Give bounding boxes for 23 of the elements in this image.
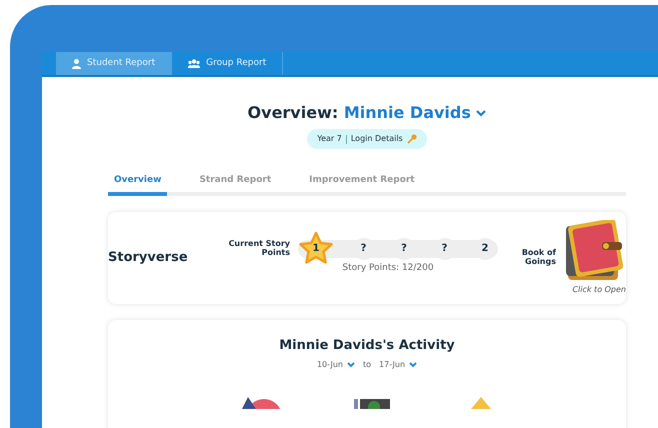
- overview-title: Overview: Minnie Davids: [108, 101, 626, 125]
- book-label: Book of Goings: [520, 248, 556, 266]
- section-tab[interactable]: Improvement Report: [303, 173, 421, 196]
- login-details-link[interactable]: Login Details: [350, 133, 403, 145]
- chevron-down-icon[interactable]: [476, 110, 486, 118]
- report-tab[interactable]: Student Report: [56, 52, 172, 75]
- year-label: Year 7: [317, 133, 342, 145]
- story-points-text: Story Points: 12/200: [342, 262, 434, 275]
- activity-title: Minnie Davids's Activity: [278, 336, 456, 354]
- group-icon: [188, 59, 200, 68]
- caret-icon: [409, 362, 418, 368]
- caret-icon: [346, 362, 355, 368]
- storyverse-title: Storyverse: [108, 248, 189, 267]
- click-to-open-hint: Click to Open: [572, 284, 626, 296]
- person-icon: [72, 58, 81, 68]
- key-icon: [406, 134, 417, 144]
- section-tab[interactable]: Strand Report: [193, 173, 278, 196]
- to-date-dropdown[interactable]: 17-Jun: [379, 359, 418, 371]
- date-range-joiner: to: [362, 359, 372, 371]
- from-date-dropdown[interactable]: 10-Jun: [316, 359, 355, 371]
- current-story-points-label: Current Story Points: [228, 240, 290, 258]
- report-tab[interactable]: Group Report: [172, 52, 284, 75]
- section-tab[interactable]: Overview: [108, 173, 168, 196]
